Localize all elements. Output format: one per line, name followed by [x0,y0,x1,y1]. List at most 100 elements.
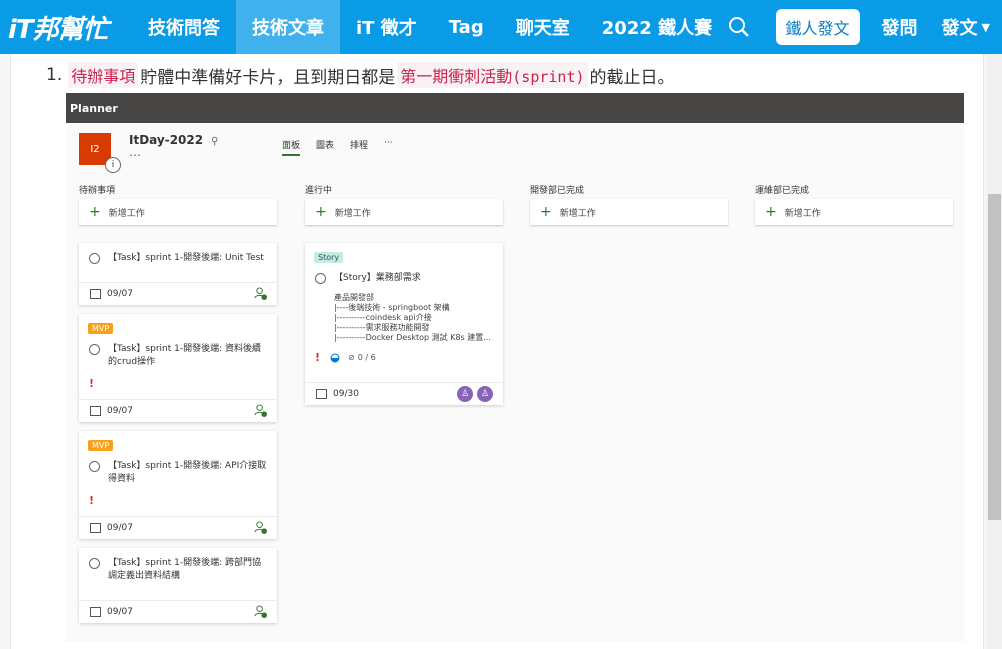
plan-tabs: 面板 圖表 排程 ··· [282,138,409,156]
plan-header: I2 i ItDay-2022 ⚲… [79,133,219,173]
priority-icon: ! [89,377,95,390]
task-card: 【Task】sprint 1-開發後端: Unit Test 09/07 [79,243,277,305]
nav-jobs[interactable]: iT 徵才 [340,0,433,54]
label-badge: MVP [88,323,114,334]
assignees: ♙ ♙ [453,386,493,402]
priority-icon: ! [89,494,95,507]
bucket-dev-done: 開發部已完成 + 新增工作 [530,183,728,225]
add-task-button: + 新增工作 [530,199,728,225]
list-item: 1. 待辦事項 貯體中準備好卡片，且到期日都是 第一期衝刺活動(sprint) … [46,62,677,88]
due-date: 09/07 [107,607,133,617]
task-title: 【Task】sprint 1-開發後端: 跨部門協調定義出資料結構 [108,558,261,581]
task-title: 【Task】sprint 1-開發後端: Unit Test [108,253,264,263]
avatar: ♙ [457,386,473,402]
calendar-icon [90,523,101,533]
calendar-icon [316,389,327,399]
bucket-todo: 待辦事項 + 新增工作 【Task】sprint 1-開發後端: Unit Tes… [79,183,277,623]
task-title-row: 【Task】sprint 1-開發後端: Unit Test [79,243,277,265]
chevron-down-icon: ▼ [981,20,990,34]
plus-icon: + [540,204,552,220]
complete-circle-icon [315,273,326,284]
nav-qa[interactable]: 技術問答 [132,0,236,54]
due-date: 09/30 [333,389,359,399]
nav-tag[interactable]: Tag [433,0,500,54]
write-menu[interactable]: 發文 ▼ [930,0,1002,54]
task-title-row: 【Task】sprint 1-開發後端: API介接取得資料 [79,452,277,486]
info-icon: i [105,157,121,173]
card-footer: 09/30 ♙ ♙ [305,382,503,405]
assign-icon [254,521,267,534]
task-title: 【Task】sprint 1-開發後端: 資料後續的crud操作 [108,344,261,367]
top-nav: iT邦幫忙 技術問答 技術文章 iT 徵才 Tag 聊天室 2022 鐵人賽 鐵… [0,0,1002,54]
note-line: |----後端技術 - springboot 架構 [334,303,450,312]
priority-icon: ! [315,351,321,364]
app-name: Planner [70,101,118,115]
add-task-button: + 新增工作 [79,199,277,225]
card-footer: 09/07 [79,600,277,623]
bucket-title: 進行中 [305,186,333,196]
add-task-label: 新增工作 [334,208,371,219]
checklist-count: 0 / 6 [357,353,376,362]
task-notes: 產品開發部 |----後端技術 - springboot 架構 |-------… [305,293,503,343]
planner-app-bar: Planner [66,93,964,123]
task-meta-row: ! ⊘ 0 / 6 [305,351,503,364]
nav-chat[interactable]: 聊天室 [500,0,586,54]
nav-ironman[interactable]: 2022 鐵人賽 [586,0,728,54]
list-number: 1. [46,65,63,85]
planner-board: I2 i ItDay-2022 ⚲… 面板 圖表 排程 ··· 待辦事項 + 新增工作… [66,123,964,642]
plan-avatar-text: I2 [90,143,100,155]
due-date: 09/07 [107,406,133,416]
nav-articles[interactable]: 技術文章 [236,0,340,54]
bucket-title: 運維部已完成 [755,186,810,196]
complete-circle-icon [89,461,100,472]
add-task-label: 新增工作 [784,208,821,219]
tab-board: 面板 [282,138,301,156]
bucket-in-progress: 進行中 + 新增工作 Story 【Story】業務部需求 產品開發部 |----… [305,183,503,405]
complete-circle-icon [89,558,100,569]
calendar-icon [90,406,101,416]
add-task-button: + 新增工作 [305,199,503,225]
plus-icon: + [765,204,777,220]
add-task-button: + 新增工作 [755,199,953,225]
inline-code-cjk: 第一期衝刺活動 [400,67,513,86]
scrollbar[interactable] [987,54,1002,649]
logo-text: iT邦幫忙 [8,14,109,45]
bucket-title: 待辦事項 [79,186,116,196]
due-date: 09/07 [107,289,133,299]
list-text: 的截止日。 [589,67,675,88]
ironman-post-button[interactable]: 鐵人發文 [775,9,860,45]
planner-screenshot: Planner I2 i ItDay-2022 ⚲… 面板 圖表 排程 ··· 待辦… [66,93,964,642]
site-logo[interactable]: iT邦幫忙 [0,0,132,54]
calendar-icon [90,289,101,299]
complete-circle-icon [89,344,100,355]
task-card: MVP 【Task】sprint 1-開發後端: 資料後續的crud操作 ! 0… [79,314,277,422]
card-footer: 09/07 [79,399,277,422]
tab-charts: 圖表 [316,141,335,151]
label-badge: MVP [88,440,114,451]
progress-icon [330,353,340,362]
task-card: 【Task】sprint 1-開發後端: 跨部門協調定義出資料結構 09/07 [79,548,277,623]
more-icon: … [129,145,142,159]
tab-more: ··· [384,138,393,148]
ask-button[interactable]: 發問 [870,0,930,54]
assign-icon [254,287,267,300]
task-title: 【Task】sprint 1-開發後端: API介接取得資料 [108,461,267,484]
search-icon[interactable] [712,0,766,54]
task-card: Story 【Story】業務部需求 產品開發部 |----後端技術 - spr… [305,243,503,405]
scrollbar-thumb[interactable] [988,194,1001,520]
note-line: 產品開發部 [334,293,374,302]
checklist-icon: ⊘ [348,353,355,362]
bucket-ops-done: 運維部已完成 + 新增工作 [755,183,953,225]
bucket-title: 開發部已完成 [530,186,585,196]
pin-icon: ⚲ [211,136,219,147]
card-footer: 09/07 [79,516,277,539]
task-title: 【Story】業務部需求 [334,273,421,283]
task-title-row: 【Task】sprint 1-開發後端: 資料後續的crud操作 [79,335,277,369]
assign-icon [254,605,267,618]
assign-icon [254,404,267,417]
tab-schedule: 排程 [350,141,369,151]
task-card: MVP 【Task】sprint 1-開發後端: API介接取得資料 ! 09/… [79,431,277,539]
task-title-row: 【Story】業務部需求 [305,264,503,285]
card-footer: 09/07 [79,282,277,305]
inline-code: 待辦事項 [68,62,139,88]
